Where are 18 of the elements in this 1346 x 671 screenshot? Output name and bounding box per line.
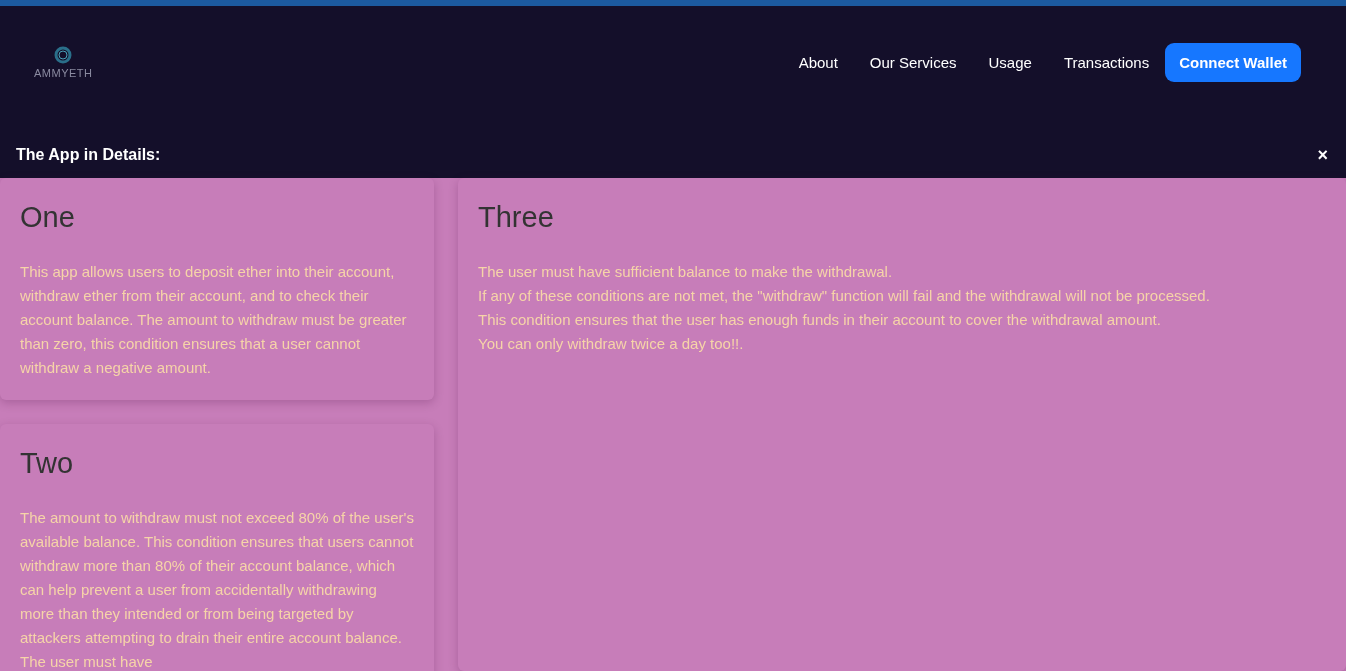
card-text: This condition ensures that the user has enough funds in their account to cover the withdrawal amount. <box>478 309 1161 330</box>
card-text: This app allows users to deposit ether into their account, withdraw ether from their account, and to check their account balance. The amount to withdraw must be greater than zero, this condition ensures that a user cannot withdraw a negative amount. <box>20 261 408 378</box>
nav-link[interactable]: Our Services <box>853 45 973 79</box>
card-heading: One <box>20 202 76 234</box>
card-text: You can only withdraw twice a day too!!. <box>478 333 744 354</box>
nav-link[interactable]: About <box>782 45 854 79</box>
card-heading: Two <box>20 447 75 480</box>
close-button[interactable]: × <box>1315 144 1330 166</box>
connect-wallet-button[interactable]: Connect Wallet <box>1165 42 1301 82</box>
logo-text: AMMYETH <box>34 67 93 79</box>
card-text: The amount to withdraw must not exceed 80% of the user's available balance. This condition ensures that users cannot withdraw more than 80% of their account balance, which can help prevent a user from accidentally withdrawing more than they intended or from being targeted by attackers attempting to drain their entire account balance. The user must have <box>20 507 414 671</box>
nav-link[interactable]: Transactions <box>1047 45 1166 79</box>
card-text: The user must have sufficient balance to make the withdrawal. <box>478 261 893 282</box>
card-heading: Three <box>478 202 555 234</box>
ring-logo-icon <box>53 45 74 65</box>
panel-title: The App in Details: <box>16 146 161 164</box>
card-text: If any of these conditions are not met, the "withdraw" function will fail and the withdrawal will not be processed. <box>478 285 1210 306</box>
nav-link[interactable]: Usage <box>972 45 1048 79</box>
